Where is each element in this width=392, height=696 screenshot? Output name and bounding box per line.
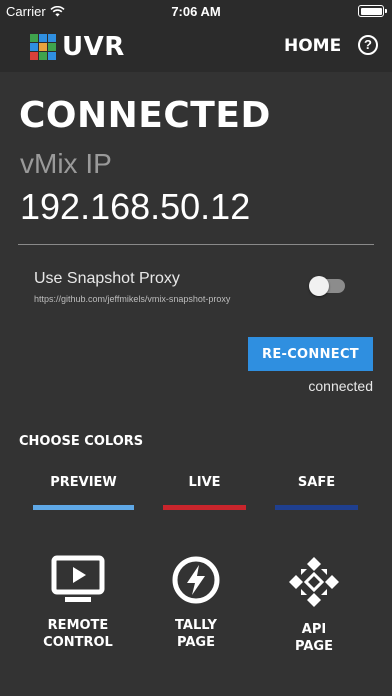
snapshot-proxy-label: Use Snapshot Proxy — [34, 270, 180, 287]
lightning-icon — [172, 556, 220, 604]
remote-control-icon — [51, 555, 105, 602]
tab-safe[interactable]: SAFE — [275, 475, 358, 490]
logo-cell — [48, 34, 56, 42]
choose-colors-heading: CHOOSE COLORS — [19, 434, 144, 449]
tally-page-button[interactable]: TALLY PAGE — [141, 555, 251, 651]
remote-control-label: REMOTE CONTROL — [43, 618, 113, 650]
clock: 7:06 AM — [171, 4, 221, 19]
connection-status-text: connected — [308, 378, 373, 394]
help-icon[interactable]: ? — [358, 35, 378, 55]
reconnect-button[interactable]: RE-CONNECT — [248, 337, 373, 371]
logo-cell — [30, 43, 38, 51]
toggle-knob — [309, 276, 329, 296]
status-bar: Carrier 7:06 AM — [0, 0, 392, 22]
api-page-button[interactable]: API PAGE — [259, 555, 369, 655]
logo-cell — [48, 43, 56, 51]
live-color-bar[interactable] — [163, 505, 246, 510]
snapshot-proxy-url: https://github.com/jeffmikels/vmix-snaps… — [34, 294, 231, 304]
logo-cell — [30, 52, 38, 60]
tab-live[interactable]: LIVE — [163, 475, 246, 490]
logo-text: UVR — [62, 32, 125, 62]
tally-page-label: TALLY PAGE — [175, 618, 217, 650]
vmix-ip-input[interactable] — [18, 187, 374, 245]
home-link[interactable]: HOME — [284, 36, 341, 56]
logo-cell — [30, 34, 38, 42]
api-icon — [289, 557, 339, 607]
app-logo[interactable]: UVR — [30, 32, 125, 62]
remote-control-button[interactable]: REMOTE CONTROL — [23, 555, 133, 651]
nav-bar: UVR HOME ? — [0, 22, 392, 72]
logo-grid-icon — [30, 34, 56, 60]
logo-cell — [39, 52, 47, 60]
api-page-label: API PAGE — [295, 622, 333, 654]
battery-icon — [358, 5, 387, 17]
safe-color-bar[interactable] — [275, 505, 358, 510]
preview-color-bar[interactable] — [33, 505, 134, 510]
logo-cell — [39, 43, 47, 51]
connection-status-title: CONNECTED — [19, 95, 271, 136]
vmix-ip-label: vMix IP — [20, 148, 112, 179]
tab-preview[interactable]: PREVIEW — [33, 475, 134, 490]
logo-cell — [39, 34, 47, 42]
logo-cell — [48, 52, 56, 60]
snapshot-proxy-toggle[interactable] — [309, 276, 345, 296]
